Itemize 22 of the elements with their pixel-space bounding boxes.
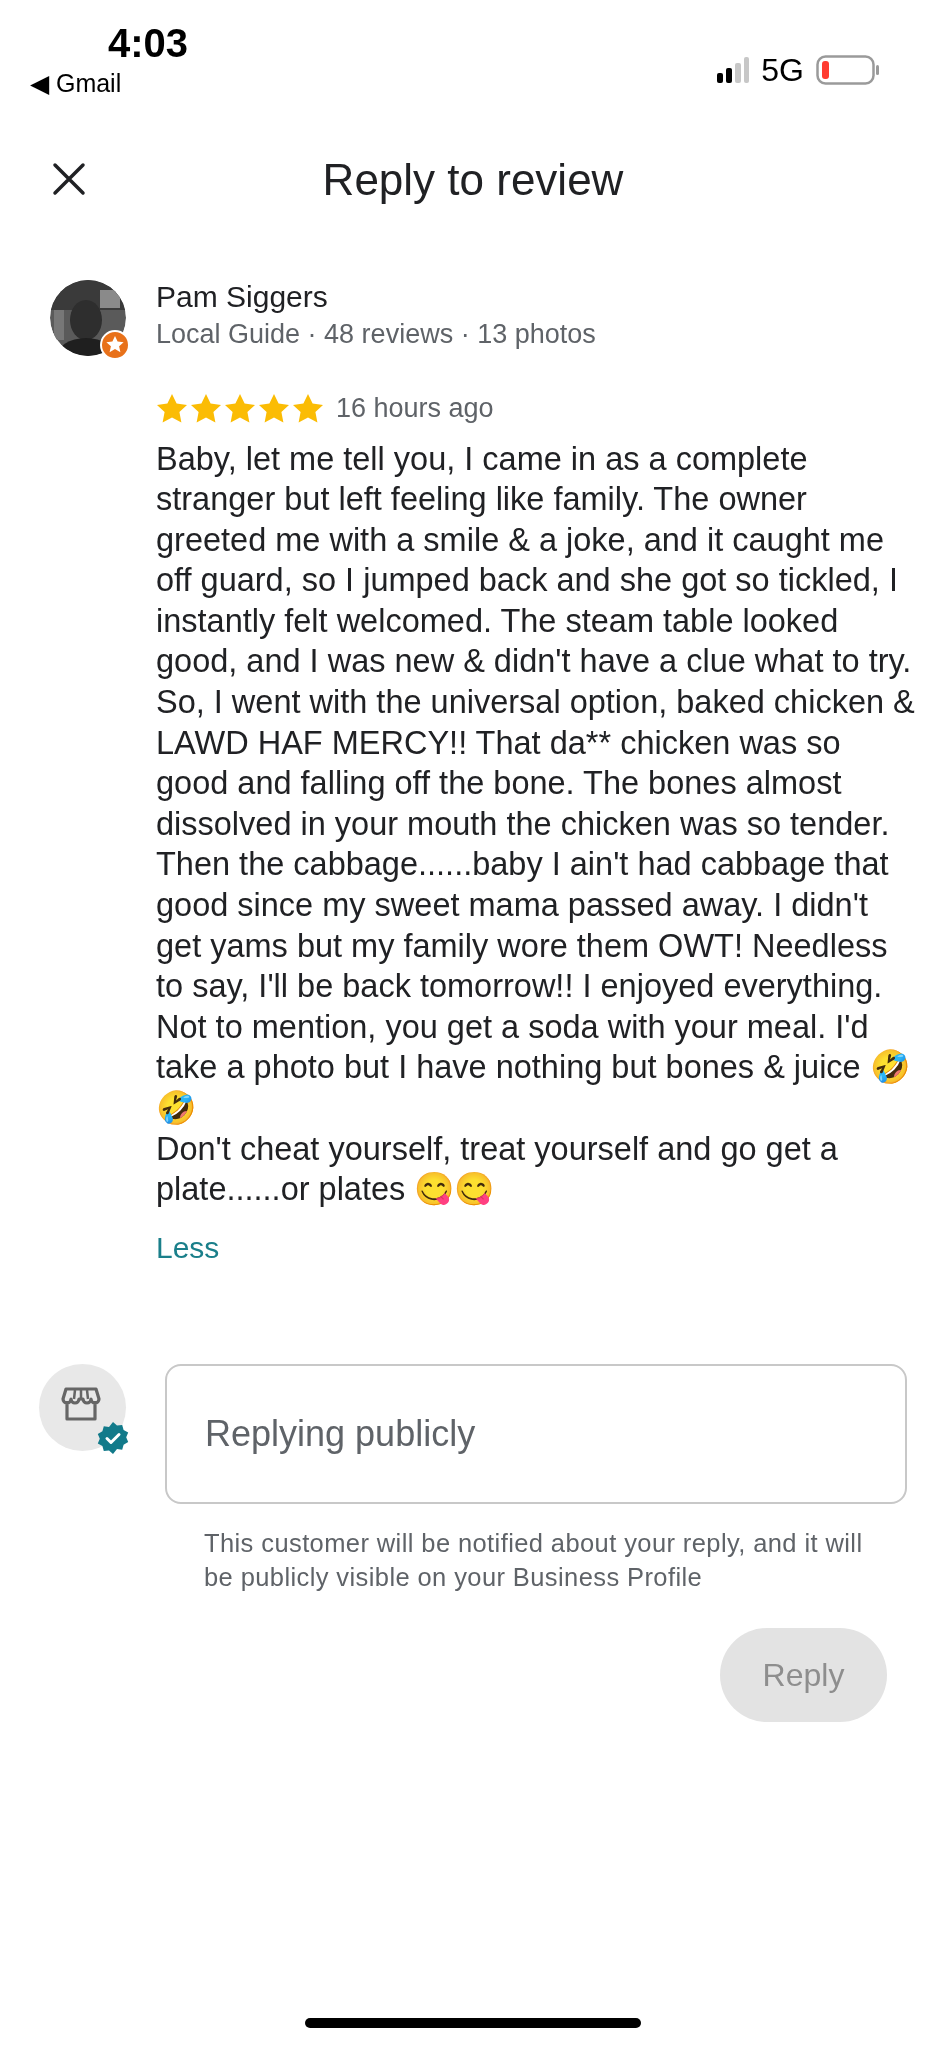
close-icon[interactable] bbox=[52, 162, 86, 196]
star-icon bbox=[156, 392, 188, 424]
reviewer-name: Pam Siggers bbox=[156, 279, 329, 315]
signal-icon bbox=[717, 57, 750, 83]
battery-icon bbox=[816, 55, 880, 85]
review-time: 16 hours ago bbox=[336, 392, 494, 425]
review-text: Baby, let me tell you, I came in as a complete stranger but left feeling like family. The owner greeted me with a smile & a joke, and it caught me off guard, so I jumped back and she got so tickled, I instantly felt welcomed. The steam table looked good, and I was new & didn't have a clue what to try. So, I went with the universal option, baked chicken & LAWD HAF MERCY!! That da** chicken was so good and falling off the bone. The bones almost dissolved in your mouth the chicken was so tender. Then the cabbage......baby I ain't had cabbage that good since my sweet mama passed away. I didn't get yams but my family wore them OWT! Needless to say, I'll be back tomorrow!! I enjoyed everything. Not to mention, you get a soda with your meal. I'd take a photo but I have nothing but bones & juice 🤣🤣 bbox=[156, 439, 916, 1128]
network-label: 5G bbox=[761, 51, 804, 90]
status-time: 4:03 bbox=[108, 20, 189, 67]
local-guide-badge-icon bbox=[100, 330, 130, 360]
star-icon bbox=[292, 392, 324, 424]
verified-badge-icon bbox=[96, 1420, 130, 1455]
star-icon bbox=[224, 392, 256, 424]
store-icon bbox=[61, 1385, 101, 1422]
star-icon bbox=[190, 392, 222, 424]
review-text: Don't cheat yourself, treat yourself and go get a plate......or plates 😋😋 bbox=[156, 1129, 839, 1210]
less-link[interactable]: Less bbox=[156, 1227, 220, 1268]
reply-notice: This customer will be notified about your reply, and it will be publicly visible on your Business Profile bbox=[203, 1527, 864, 1593]
screen-title: Reply to review bbox=[322, 154, 624, 206]
star-icon bbox=[258, 392, 290, 424]
back-to-app-link[interactable]: ◀ Gmail bbox=[30, 68, 122, 98]
reviewer-meta: Local Guide · 48 reviews · 13 photos bbox=[156, 318, 596, 351]
